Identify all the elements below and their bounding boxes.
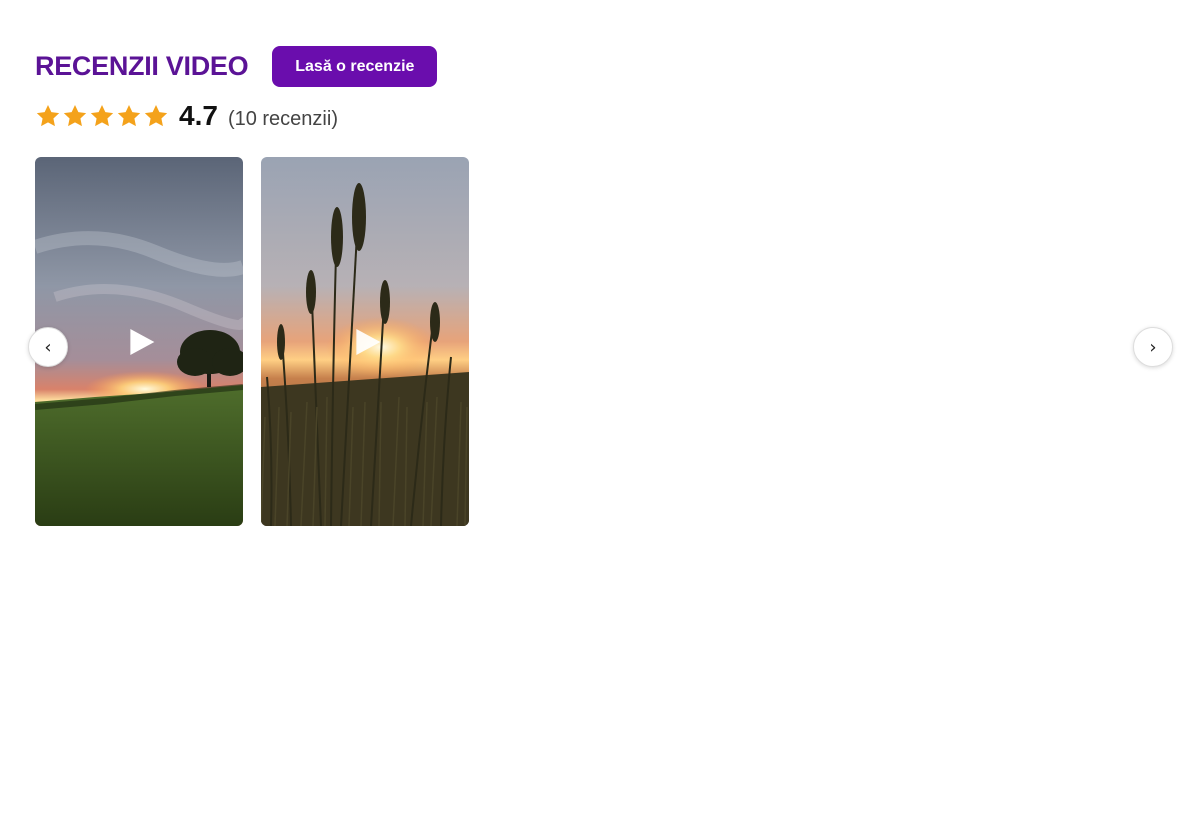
video-carousel [35, 157, 487, 526]
carousel-prev-button[interactable]: ‹ [28, 327, 68, 367]
play-icon[interactable] [354, 327, 382, 357]
star-icon [90, 104, 114, 127]
star-icon [117, 104, 141, 127]
star-icon [63, 104, 87, 127]
carousel-next-button[interactable]: › [1133, 327, 1173, 367]
star-icon [144, 104, 168, 127]
star-rating [35, 103, 170, 129]
rating-score: 4.7 [179, 100, 218, 131]
star-icon [36, 104, 60, 127]
rating-summary: 4.7 (10 recenzii) [35, 100, 338, 132]
play-icon[interactable] [128, 327, 156, 357]
review-count: (10 recenzii) [227, 107, 338, 130]
leave-review-button[interactable]: Lasă o recenzie [272, 46, 438, 87]
page-title: RECENZII VIDEO [35, 51, 249, 81]
video-card[interactable] [261, 157, 469, 526]
header: RECENZII VIDEO Lasă o recenzie [35, 46, 438, 87]
